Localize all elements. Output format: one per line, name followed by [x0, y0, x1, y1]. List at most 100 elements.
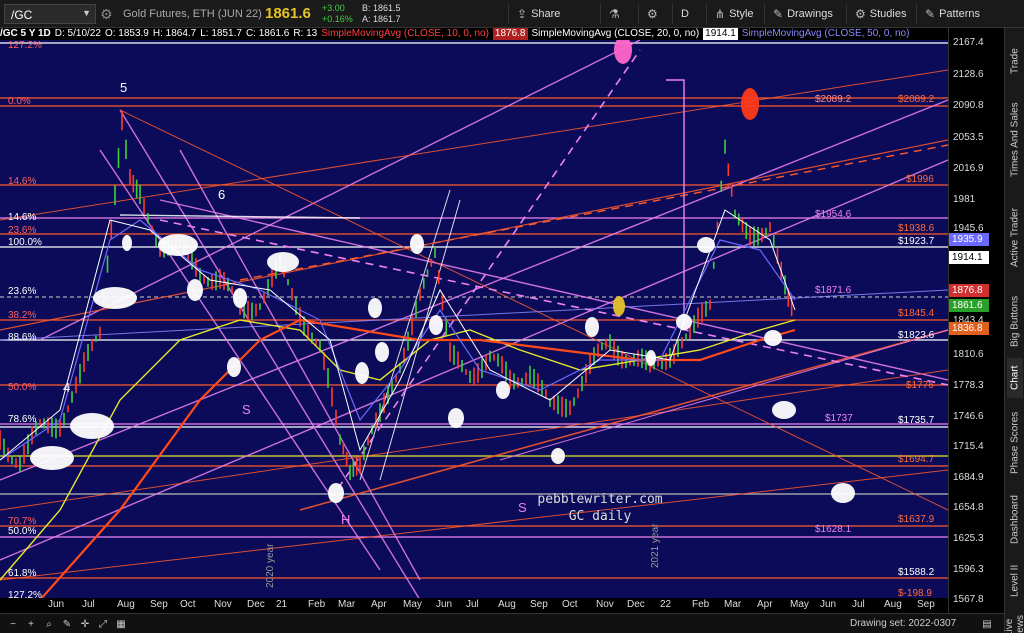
chart-drawings[interactable] — [0, 40, 948, 598]
level-label: $1923.7 — [898, 236, 935, 247]
price-tag: 1876.8 — [949, 284, 989, 297]
sma20-label: SimpleMovingAvg (CLOSE, 20, 0, no) — [531, 28, 700, 39]
crosshair-icon[interactable]: ✛ — [78, 617, 92, 631]
zoom-out-icon[interactable]: − — [6, 617, 20, 631]
time-tick: Oct — [180, 599, 196, 610]
time-axis[interactable]: Jun Jul Aug Sep Oct Nov Dec 21 Feb Mar Apr May Jun Ju… — [0, 598, 948, 613]
marker-ellipse — [375, 342, 389, 362]
bar-open: O: 1853.9 — [104, 28, 149, 39]
bar-low: L: 1851.7 — [200, 28, 242, 39]
grid-icon[interactable]: ▦ — [114, 617, 128, 631]
marker-ellipse — [328, 483, 344, 503]
sma10-value: 1876.8 — [492, 28, 528, 40]
price-tick: 2016.9 — [953, 163, 984, 174]
side-tab-trade[interactable]: Trade — [1007, 36, 1023, 86]
time-tick: Oct — [562, 599, 578, 610]
fib-left-label: 100.0% — [8, 237, 42, 248]
marker-ellipse — [187, 279, 203, 301]
dashed-channel-line — [159, 219, 948, 386]
style-icon: ⋔ — [715, 7, 726, 21]
expand-icon[interactable]: ⤢ — [96, 617, 110, 631]
marker-ellipse — [741, 88, 759, 120]
marker-ellipse — [233, 288, 247, 308]
time-tick: Jun — [48, 599, 65, 610]
bar-range: R: 13 — [293, 28, 318, 39]
side-tab-big-buttons[interactable]: Big Buttons — [1007, 286, 1023, 356]
side-tab-live-news[interactable]: Live News — [1004, 610, 1024, 633]
side-tab-active-trader[interactable]: Active Trader — [1007, 198, 1023, 278]
flask-button[interactable]: ⚗ — [600, 4, 620, 24]
side-tab-phase-scores[interactable]: Phase Scores — [1007, 403, 1023, 483]
marker-ellipse — [122, 235, 132, 251]
price-tag: 1914.1 — [949, 251, 989, 264]
gear-icon[interactable]: ⚙ — [100, 6, 113, 23]
time-tick: Sep — [150, 599, 168, 610]
side-tab-level-ii[interactable]: Level II — [1007, 558, 1023, 603]
period-button[interactable]: D — [672, 4, 704, 24]
marker-ellipse — [585, 317, 599, 337]
drawing-set-label[interactable]: Drawing set: 2022-0307 — [850, 618, 956, 629]
marker-ellipse — [676, 314, 692, 330]
time-tick: May — [790, 599, 809, 610]
share-button[interactable]: ⇪ Share — [508, 4, 560, 24]
level-label: $1823.6 — [898, 330, 935, 341]
status-bar: − + ⌕ ✎ ✛ ⤢ ▦ Drawing set: 2022-0307 ▤ — [0, 613, 1004, 633]
time-tick: Aug — [884, 599, 902, 610]
marker-ellipse — [831, 483, 855, 503]
time-tick: Nov — [596, 599, 614, 610]
magnifier-icon[interactable]: ⌕ — [42, 617, 56, 631]
settings-button[interactable]: ⚙ — [638, 4, 658, 24]
marker-ellipse — [355, 362, 369, 384]
pattern-label-s1: S — [242, 402, 251, 417]
side-tab-chart[interactable]: Chart — [1007, 358, 1023, 398]
symbol-input[interactable]: /GC ▼ — [4, 4, 96, 24]
level-label: $1845.4 — [898, 308, 935, 319]
patterns-button[interactable]: ✎ Patterns — [916, 4, 980, 24]
chevron-down-icon[interactable]: ▼ — [82, 8, 91, 18]
price-tick: 1746.6 — [953, 411, 984, 422]
level-label: $1737 — [825, 413, 853, 424]
wave-label-6: 6 — [218, 187, 226, 202]
marker-ellipse — [70, 413, 114, 439]
symbol-value: /GC — [11, 8, 33, 22]
level-label: $2089.2 — [815, 94, 852, 105]
draw-icon[interactable]: ✎ — [60, 617, 74, 631]
marker-ellipse — [496, 381, 510, 399]
time-tick: Mar — [338, 599, 356, 610]
price-tag: 1836.8 — [949, 322, 989, 335]
side-tab-times-and-sales[interactable]: Times And Sales — [1007, 90, 1023, 190]
sma200-line — [40, 318, 796, 598]
top-toolbar: /GC ▼ ⚙ Gold Futures, ETH (JUN 22) 1861.… — [0, 0, 1024, 28]
price-tick: 2090.8 — [953, 100, 984, 111]
zoom-in-icon[interactable]: + — [24, 617, 38, 631]
level-label: $1628.1 — [815, 524, 852, 535]
trend-line — [119, 109, 420, 598]
drawings-button[interactable]: ✎ Drawings — [764, 4, 833, 24]
time-tick: Feb — [308, 599, 326, 610]
fib-left-label: 50.0% — [8, 526, 37, 537]
marker-ellipse — [227, 357, 241, 377]
side-tabs: Trade Times And Sales Active Trader Big But… — [1004, 28, 1024, 633]
price-chart[interactable]: 127.2% 0.0% 14.6% 14.6% 23.6% 100.0% 23.6% 38.2… — [0, 40, 948, 613]
wave-label-4: 4 — [63, 380, 71, 395]
time-tick: Sep — [530, 599, 548, 610]
marker-ellipse — [429, 315, 443, 335]
price-tick: 1684.9 — [953, 472, 984, 483]
sma20-value: 1914.1 — [703, 28, 738, 40]
time-tick: May — [403, 599, 422, 610]
level-label: $2089.2 — [898, 94, 935, 105]
level-label: $1938.6 — [898, 223, 935, 234]
fib-left-label: 50.0% — [8, 382, 37, 393]
price-axis[interactable]: 2167.4 2128.6 2090.8 2053.5 2016.9 1981 1945.6… — [948, 28, 1004, 613]
watermark-title: GC daily — [568, 509, 632, 524]
studies-button[interactable]: ⚙ Studies — [846, 4, 906, 24]
fib-left-label: 14.6% — [8, 176, 37, 187]
side-tab-dashboard[interactable]: Dashboard — [1007, 490, 1023, 550]
marker-ellipse — [158, 234, 198, 256]
time-tick: Feb — [692, 599, 710, 610]
fib-left-label: 0.0% — [8, 96, 31, 107]
time-tick: Aug — [117, 599, 135, 610]
sidebar-toggle-icon[interactable]: ▤ — [980, 617, 994, 631]
style-button[interactable]: ⋔ Style — [706, 4, 754, 24]
time-tick: Apr — [371, 599, 387, 610]
